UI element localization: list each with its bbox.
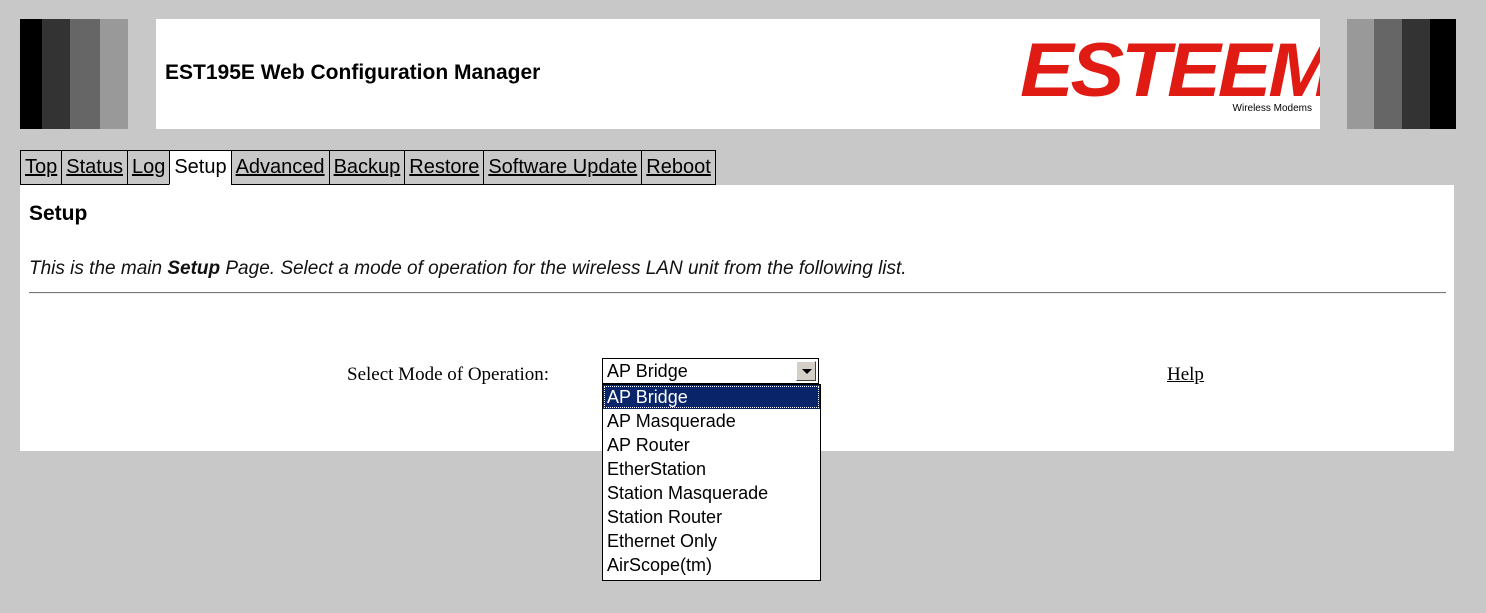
page-title: Setup xyxy=(29,202,88,225)
tab-restore[interactable]: Restore xyxy=(404,151,484,185)
esteem-logo: ESTEEM Wireless Modems xyxy=(1020,28,1335,117)
right-stripe-5 xyxy=(1430,19,1456,129)
right-stripe-2 xyxy=(1347,19,1374,129)
option-etherstation[interactable]: EtherStation xyxy=(603,457,820,481)
option-ap-masquerade[interactable]: AP Masquerade xyxy=(603,409,820,433)
right-stripe-1 xyxy=(1320,19,1347,129)
logo-subtext: Wireless Modems xyxy=(1232,103,1312,114)
tab-reboot[interactable]: Reboot xyxy=(641,151,716,185)
mode-dropdown-list[interactable]: AP Bridge AP Masquerade AP Router EtherS… xyxy=(602,384,821,581)
option-station-masquerade[interactable]: Station Masquerade xyxy=(603,481,820,505)
option-ap-bridge[interactable]: AP Bridge xyxy=(603,385,820,409)
description-lead: This is the main xyxy=(29,258,168,279)
divider xyxy=(29,292,1446,294)
chevron-down-icon[interactable] xyxy=(796,361,816,381)
tab-advanced[interactable]: Advanced xyxy=(230,151,329,185)
left-stripe-5 xyxy=(128,19,156,129)
tab-backup[interactable]: Backup xyxy=(328,151,405,185)
left-stripe-1 xyxy=(20,19,42,129)
header-banner: EST195E Web Configuration Manager ESTEEM… xyxy=(20,19,1456,129)
left-stripe-3 xyxy=(70,19,100,129)
nav-tabs: Top Status Log Setup Advanced Backup Res… xyxy=(20,150,716,185)
right-stripe-4 xyxy=(1402,19,1430,129)
option-station-router[interactable]: Station Router xyxy=(603,505,820,529)
option-ethernet-only[interactable]: Ethernet Only xyxy=(603,529,820,553)
mode-select[interactable]: AP Bridge xyxy=(602,358,819,384)
logo-wordmark: ESTEEM xyxy=(1020,28,1335,113)
left-stripe-4 xyxy=(100,19,128,129)
tab-setup[interactable]: Setup xyxy=(169,151,231,185)
mode-select-value: AP Bridge xyxy=(607,361,688,381)
mode-select-label: Select Mode of Operation: xyxy=(347,364,550,385)
app-title: EST195E Web Configuration Manager xyxy=(165,61,541,84)
option-airscope[interactable]: AirScope(tm) xyxy=(603,553,820,577)
tab-top[interactable]: Top xyxy=(20,151,62,185)
tab-status[interactable]: Status xyxy=(61,151,127,185)
page-description: This is the main Setup Page. Select a mo… xyxy=(29,258,907,280)
description-tail: Page. Select a mode of operation for the… xyxy=(220,258,907,279)
left-stripe-2 xyxy=(42,19,70,129)
right-stripe-3 xyxy=(1374,19,1402,129)
tab-log[interactable]: Log xyxy=(126,151,170,185)
option-ap-router[interactable]: AP Router xyxy=(603,433,820,457)
help-link[interactable]: Help xyxy=(1167,364,1204,386)
tab-software-update[interactable]: Software Update xyxy=(483,151,642,185)
description-bold: Setup xyxy=(167,258,221,279)
